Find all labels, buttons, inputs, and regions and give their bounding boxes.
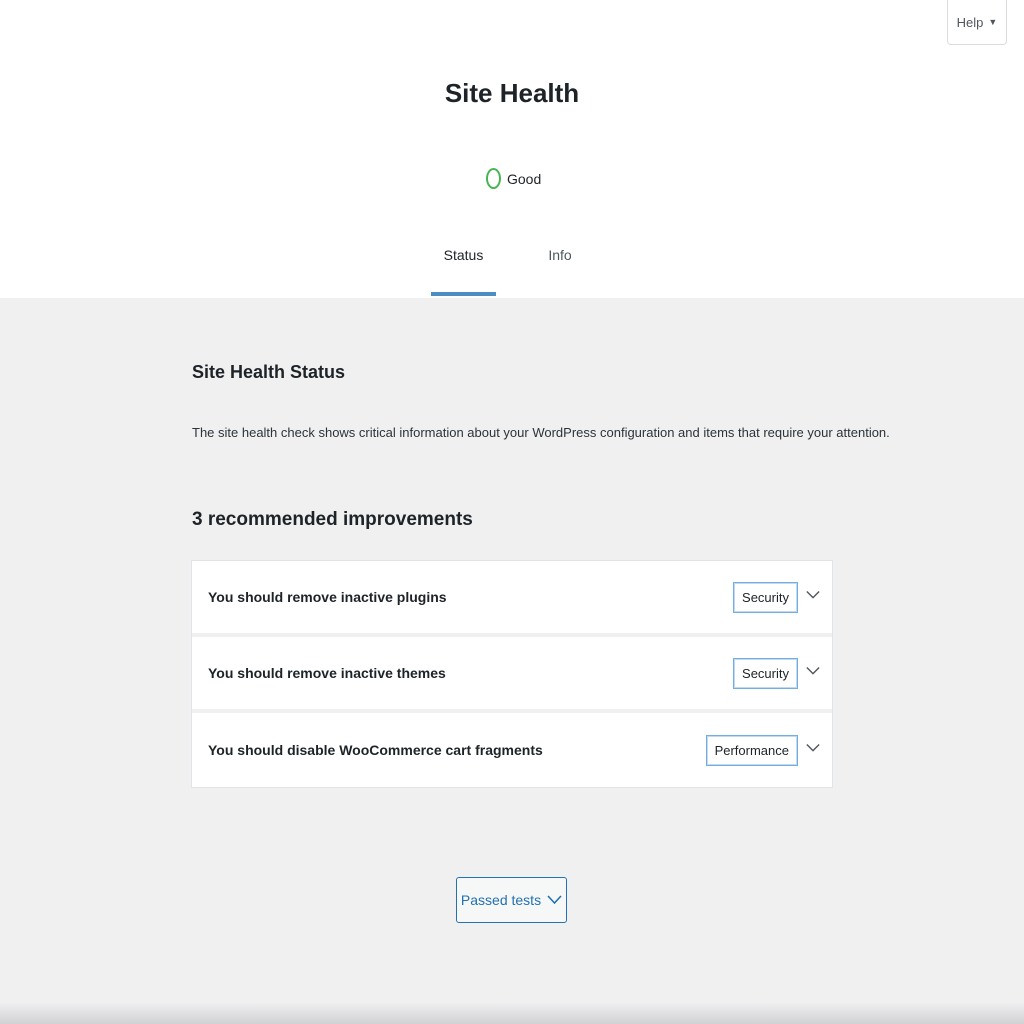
issue-label: You should disable WooCommerce cart frag…: [208, 742, 543, 758]
chevron-down-icon[interactable]: [806, 741, 820, 755]
issue-badge: Security: [733, 581, 798, 613]
active-tab-indicator: [431, 292, 496, 296]
section-title: Site Health Status: [192, 362, 346, 382]
tab-info[interactable]: Info: [530, 238, 590, 298]
health-status: Good: [486, 168, 541, 189]
issues-list: You should remove inactive plugins Secur…: [192, 561, 832, 787]
issue-row-inactive-plugins[interactable]: You should remove inactive plugins Secur…: [192, 561, 832, 637]
issue-row-cart-fragments[interactable]: You should disable WooCommerce cart frag…: [192, 713, 832, 787]
bottom-edge: [0, 1002, 1024, 1024]
tab-info-label: Info: [548, 247, 572, 263]
tab-status-label: Status: [443, 247, 484, 263]
caret-down-icon: ▼: [988, 17, 998, 27]
issue-label: You should remove inactive plugins: [208, 589, 447, 605]
chevron-down-icon[interactable]: [806, 588, 820, 602]
issue-label: You should remove inactive themes: [208, 665, 446, 681]
issue-row-inactive-themes[interactable]: You should remove inactive themes Securi…: [192, 637, 832, 713]
health-status-label: Good: [507, 170, 542, 187]
section-description: The site health check shows critical inf…: [192, 425, 890, 440]
health-progress-circle-icon: [486, 168, 501, 189]
page-title: Site Health: [444, 78, 580, 108]
site-health-tabs: Status Info: [0, 238, 1024, 298]
issue-badge: Performance: [705, 734, 798, 766]
help-button[interactable]: Help ▼: [947, 0, 1007, 45]
issue-badge: Security: [733, 657, 798, 689]
chevron-down-icon: [547, 892, 562, 908]
tab-status[interactable]: Status: [431, 238, 496, 298]
passed-tests-button[interactable]: Passed tests: [456, 877, 567, 923]
chevron-down-icon[interactable]: [806, 664, 820, 678]
help-label: Help: [956, 14, 984, 30]
passed-tests-label: Passed tests: [460, 892, 542, 908]
issues-count: 3 recommended improvements: [192, 509, 473, 530]
site-health-header: Help ▼ Site Health Good Status Info: [0, 0, 1024, 298]
